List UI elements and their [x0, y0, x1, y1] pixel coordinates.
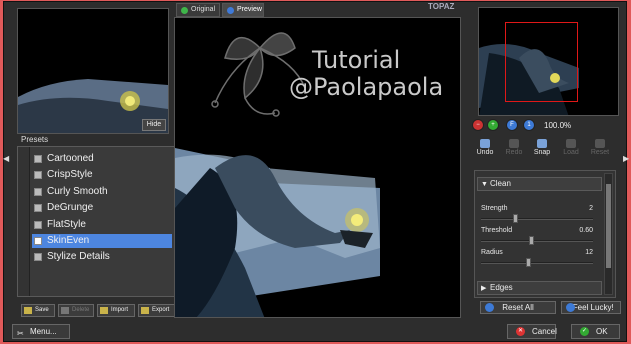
preset-list[interactable]: Cartooned CrispStyle Curly Smooth DeGrun…	[17, 146, 175, 297]
zoom-out-icon[interactable]: −	[472, 119, 484, 131]
edit-toolbar: Undo Redo Snap Load Reset	[474, 138, 620, 162]
collapse-left-arrow-icon[interactable]: ◀	[3, 154, 9, 168]
zoom-in-icon[interactable]: +	[487, 119, 499, 131]
slider-thumb[interactable]	[513, 214, 518, 223]
watermark-line-2: @Paolapaola	[289, 73, 444, 101]
scrollbar-thumb[interactable]	[606, 184, 611, 268]
i-feel-lucky-button[interactable]: I Feel Lucky!	[561, 301, 621, 314]
preset-item-cartooned[interactable]: Cartooned	[32, 152, 172, 166]
preset-item-crispstyle[interactable]: CrispStyle	[32, 168, 172, 182]
import-icon	[100, 307, 108, 314]
preset-icon	[34, 204, 42, 212]
threshold-slider[interactable]	[481, 236, 593, 245]
preset-icon	[34, 237, 42, 245]
reset-all-icon	[485, 303, 494, 312]
undo-icon	[480, 139, 490, 148]
zoom-actual-size-icon[interactable]: 1	[523, 119, 535, 131]
preset-icon	[34, 155, 42, 163]
preset-icon	[34, 171, 42, 179]
preset-icon	[34, 188, 42, 196]
preset-item-flatstyle[interactable]: FlatStyle	[32, 218, 172, 232]
left-panel: Hide Presets Cartooned CrispStyle Curly …	[11, 5, 175, 318]
preset-item-stylize-details[interactable]: Stylize Details	[32, 250, 172, 264]
preset-icon	[34, 253, 42, 261]
reset-button[interactable]: Reset	[589, 138, 611, 162]
preview-tab-icon	[227, 7, 234, 14]
redo-button[interactable]: Redo	[503, 138, 525, 162]
settings-scrollbar[interactable]	[604, 173, 613, 295]
app-window: ◀ ▶ Hide Presets Cartooned CrispStyle Cu…	[3, 1, 629, 342]
expand-triangle-icon: ▶	[481, 285, 487, 292]
lucky-icon	[566, 303, 575, 312]
preset-button-row: Save Delete Import Export	[21, 304, 175, 318]
load-button[interactable]: Load	[560, 138, 582, 162]
reset-all-button[interactable]: Reset All	[480, 301, 556, 314]
threshold-label: Threshold	[481, 227, 513, 234]
hide-button[interactable]: Hide	[142, 119, 166, 131]
preset-item-skineven[interactable]: SkinEven	[32, 234, 172, 248]
zoom-fit-icon[interactable]: F	[506, 119, 518, 131]
save-icon	[24, 307, 32, 314]
preset-item-curly-smooth[interactable]: Curly Smooth	[32, 185, 172, 199]
collapse-triangle-icon: ▼	[481, 181, 488, 188]
preset-thumbnail: Hide	[17, 8, 169, 134]
navigator-viewport-rect[interactable]	[505, 22, 578, 102]
preset-icon	[34, 221, 42, 229]
strength-value[interactable]: 2	[589, 205, 593, 212]
edges-section-header[interactable]: ▶ Edges	[477, 281, 602, 295]
snap-button[interactable]: Snap	[531, 138, 553, 162]
radius-slider[interactable]	[481, 258, 593, 267]
clean-section-header[interactable]: ▼ Clean	[477, 177, 602, 191]
ok-button[interactable]: ✓ OK	[571, 324, 620, 339]
tab-original[interactable]: Original	[176, 3, 220, 17]
original-tab-icon	[181, 7, 188, 14]
tab-preview[interactable]: Preview	[222, 3, 264, 17]
ok-icon: ✓	[580, 327, 589, 336]
collapse-right-arrow-icon[interactable]: ▶	[623, 154, 629, 168]
delete-icon	[61, 307, 69, 314]
watermark-line-1: Tutorial	[312, 46, 401, 74]
strength-label: Strength	[481, 205, 508, 212]
cancel-icon: ✕	[516, 327, 525, 336]
slider-thumb[interactable]	[526, 258, 531, 267]
menu-button[interactable]: ✂ Menu...	[12, 324, 70, 339]
strength-slider[interactable]	[481, 214, 593, 223]
slider-thumb[interactable]	[529, 236, 534, 245]
snap-icon	[537, 139, 547, 148]
preset-thumbnail-image	[18, 79, 168, 133]
preset-list-scrollbar[interactable]	[18, 147, 30, 296]
undo-button[interactable]: Undo	[474, 138, 496, 162]
export-preset-button[interactable]: Export	[138, 304, 175, 317]
save-preset-button[interactable]: Save	[21, 304, 55, 317]
presets-title: Presets	[21, 135, 49, 144]
delete-preset-button[interactable]: Delete	[58, 304, 94, 317]
cancel-button[interactable]: ✕ Cancel	[507, 324, 557, 339]
preview-canvas[interactable]: Tutorial @Paolapaola	[174, 17, 461, 318]
navigator-thumbnail[interactable]	[478, 7, 619, 116]
zoom-level: 100.0%	[544, 121, 572, 130]
threshold-value[interactable]: 0.60	[579, 227, 593, 234]
radius-label: Radius	[481, 249, 503, 256]
wrench-icon: ✂	[17, 329, 24, 338]
settings-panel: ▼ Clean Strength 2 Threshold 0.60 Radius …	[474, 170, 616, 298]
redo-icon	[509, 139, 519, 148]
load-icon	[566, 139, 576, 148]
preset-item-degrunge[interactable]: DeGrunge	[32, 201, 172, 215]
reset-icon	[595, 139, 605, 148]
import-preset-button[interactable]: Import	[97, 304, 135, 317]
radius-value[interactable]: 12	[585, 249, 593, 256]
topaz-logo: TOPAZ	[428, 2, 455, 11]
export-icon	[141, 307, 149, 314]
